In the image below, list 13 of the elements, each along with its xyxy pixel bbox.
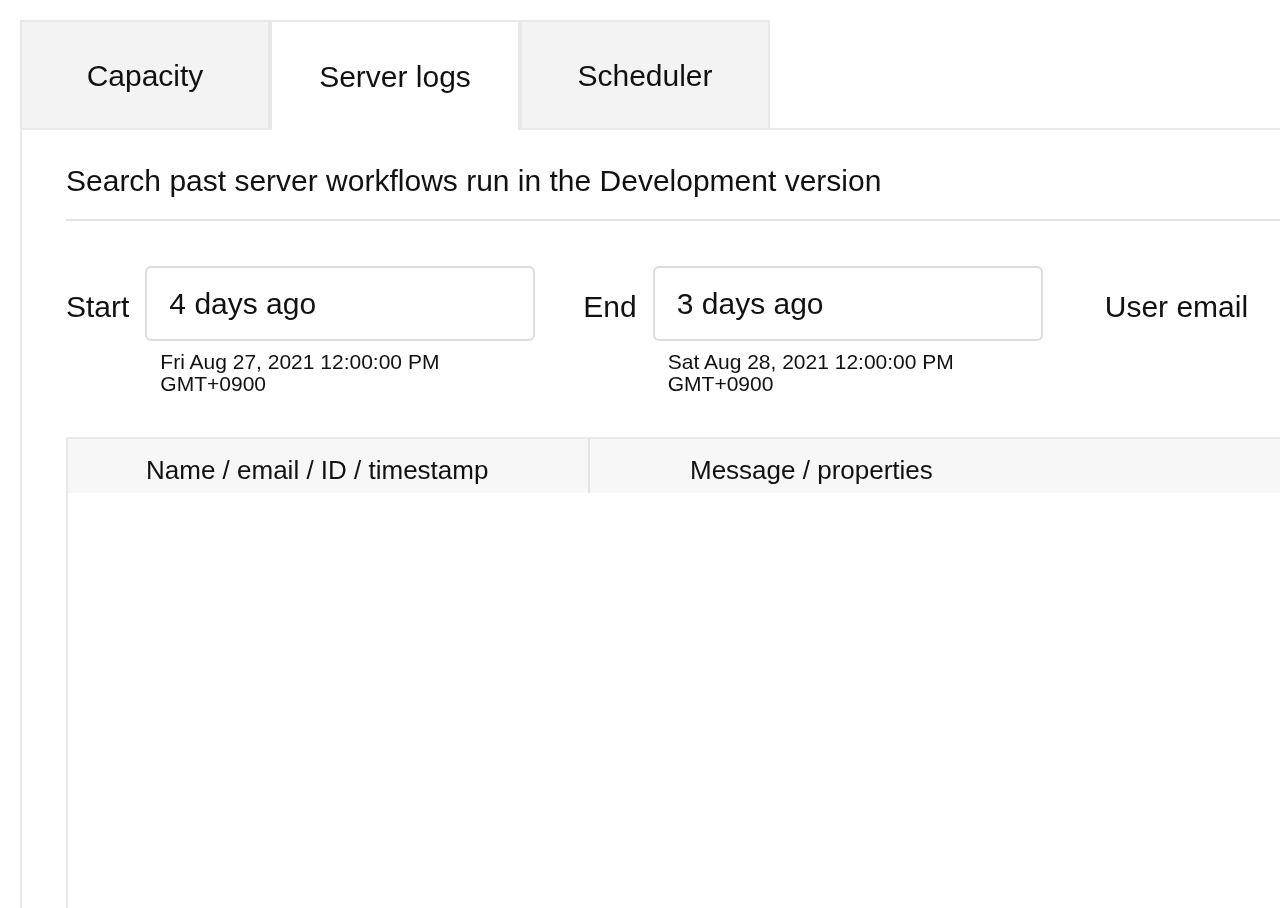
date-field[interactable]: 3 days ago <box>652 266 1043 341</box>
date-field[interactable]: 4 days ago <box>145 266 536 341</box>
column-header: Message / properties <box>689 454 934 487</box>
tab[interactable]: Server logs <box>270 20 520 130</box>
column-header: Name / email / ID / timestamp <box>68 439 590 493</box>
date-hint: Sat Aug 28, 2021 12:00:00 PM GMT+0900 <box>667 351 955 395</box>
tab[interactable]: Capacity <box>20 20 270 130</box>
field-label: Start <box>66 289 130 325</box>
date-hint: Fri Aug 27, 2021 12:00:00 PM GMT+0900 <box>160 351 441 395</box>
section-heading: Search past server workflows run in the Development version <box>66 130 1280 221</box>
field-label: User email <box>1104 289 1249 325</box>
field-label: End <box>583 289 637 325</box>
tab[interactable]: Scheduler <box>520 20 770 130</box>
